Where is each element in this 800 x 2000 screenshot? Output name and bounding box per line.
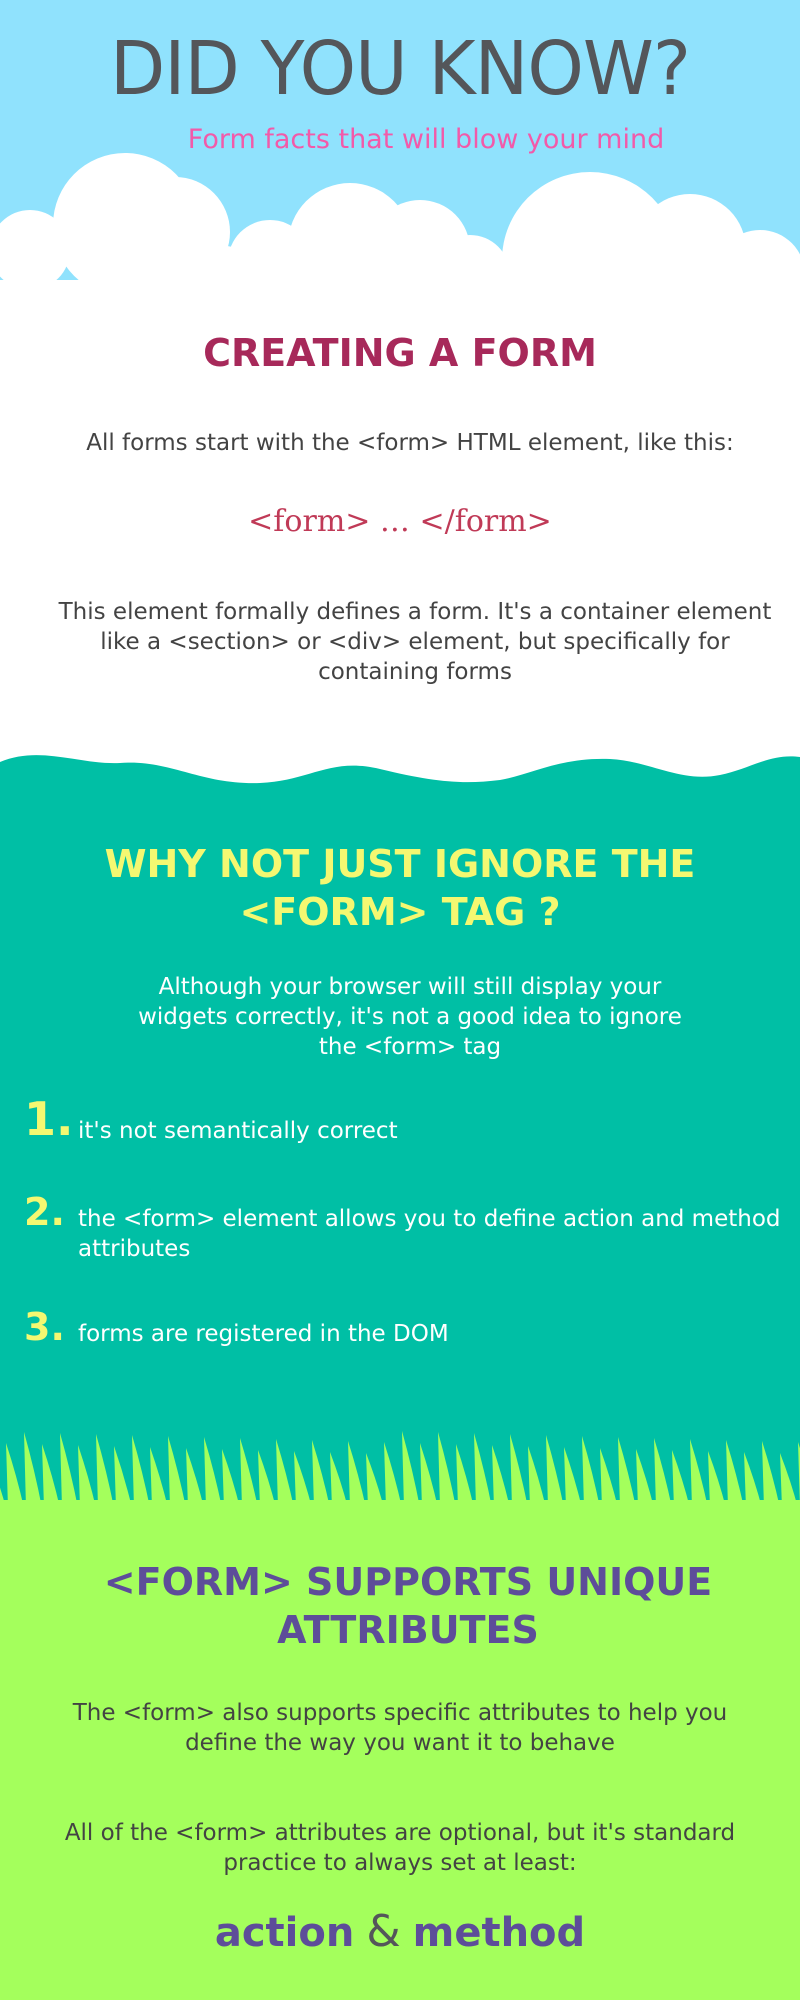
section-why-not-ignore: WHY NOT JUST IGNORE THE <FORM> TAG ? Alt…	[0, 790, 800, 1510]
heading-line-1: <FORM> SUPPORTS UNIQUE	[103, 1560, 713, 1604]
heading-line-2: <FORM> TAG ?	[239, 890, 561, 934]
list-number: 2.	[24, 1190, 65, 1234]
section-intro: The <form> also supports specific attrib…	[72, 1700, 728, 1756]
attribute-action: action	[214, 1910, 355, 1956]
list-number: 3.	[24, 1305, 65, 1349]
section-intro: All forms start with the <form> HTML ele…	[86, 430, 734, 456]
section-intro: Although your browser will still display…	[138, 974, 682, 1060]
grass-divider	[0, 1420, 800, 1510]
subtitle: Form facts that will blow your mind	[187, 124, 665, 155]
ampersand: &	[366, 1906, 401, 1957]
section-heading: WHY NOT JUST IGNORE THE <FORM> TAG ?	[0, 840, 800, 936]
list-text: the <form> element allows you to define …	[78, 1206, 781, 1262]
sky-header: DID YOU KNOW? Form facts that will blow …	[0, 0, 800, 330]
infographic: DID YOU KNOW? Form facts that will blow …	[0, 0, 800, 2000]
section-description: This element formally defines a form. It…	[58, 599, 772, 685]
list-text: it's not semantically correct	[78, 1118, 398, 1144]
section-creating-a-form: CREATING A FORM All forms start with the…	[0, 300, 800, 780]
section-heading: <FORM> SUPPORTS UNIQUE ATTRIBUTES	[0, 1558, 800, 1654]
section-heading: CREATING A FORM	[203, 331, 597, 375]
list-number: 1.	[24, 1092, 74, 1146]
attribute-method: method	[412, 1910, 586, 1956]
heading-line-2: ATTRIBUTES	[277, 1608, 539, 1652]
list-text: forms are registered in the DOM	[78, 1321, 449, 1347]
section-note: All of the <form> attributes are optiona…	[64, 1820, 736, 1876]
attribute-names: action & method	[0, 1904, 800, 1969]
code-example: <form> … </form>	[248, 504, 552, 539]
main-title: DID YOU KNOW?	[109, 26, 691, 112]
heading-line-1: WHY NOT JUST IGNORE THE	[104, 842, 696, 886]
section-unique-attributes: <FORM> SUPPORTS UNIQUE ATTRIBUTES The <f…	[0, 1507, 800, 2000]
